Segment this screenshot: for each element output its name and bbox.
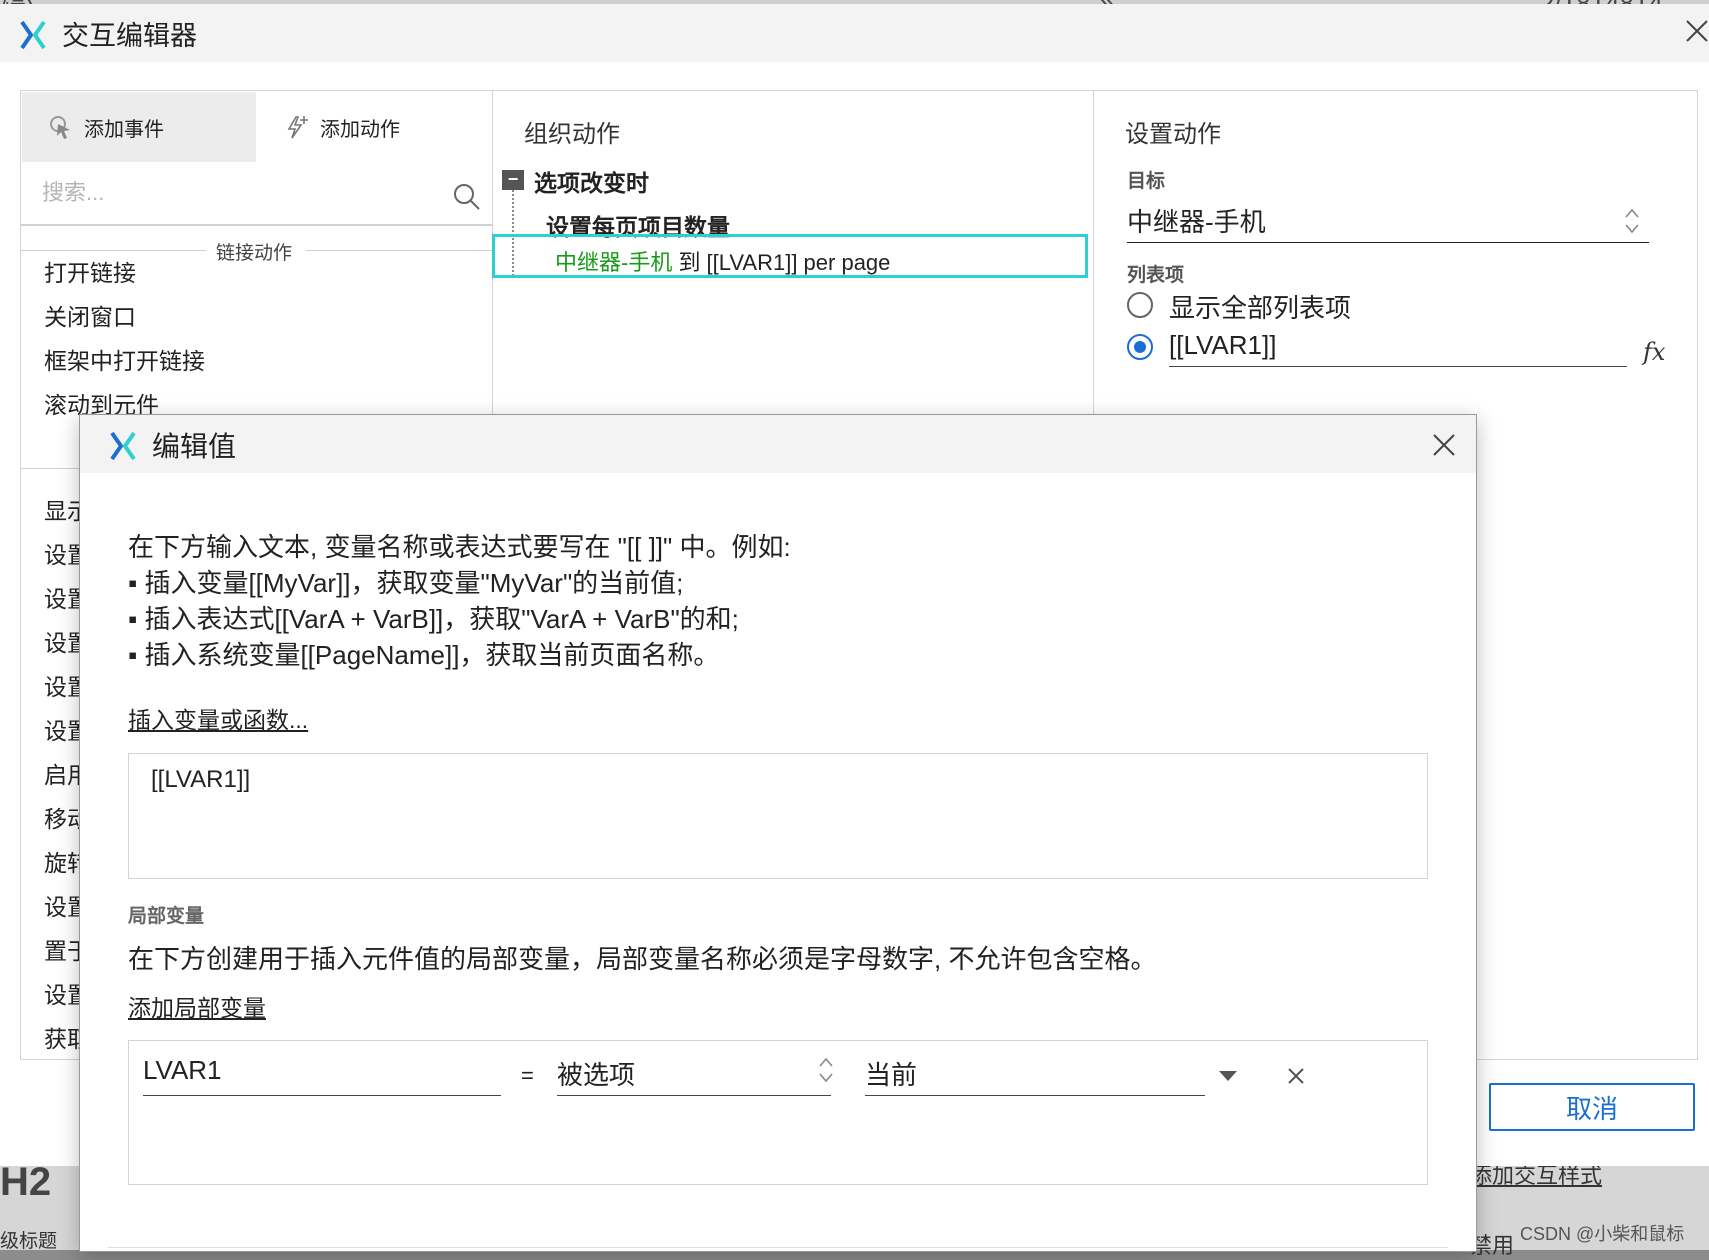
chevron-up-down-icon xyxy=(1625,208,1639,234)
chevron-down-icon[interactable] xyxy=(1219,1071,1237,1081)
local-var-type: 被选项 xyxy=(557,1060,636,1090)
target-label: 目标 xyxy=(1127,171,1166,192)
add-local-variable-link[interactable]: 添加局部变量 xyxy=(128,989,266,1023)
radio-show-all-label: 显示全部列表项 xyxy=(1169,293,1352,323)
instruction-line: ▪ 插入变量[[MyVar]]，获取变量"MyVar"的当前值; xyxy=(128,568,684,598)
value-textarea[interactable]: [[LVAR1]] xyxy=(128,753,1428,879)
close-icon[interactable] xyxy=(1287,1067,1305,1085)
heading-style-label: 级标题 xyxy=(0,1231,58,1252)
section-divider xyxy=(20,250,206,251)
window-title: 交互编辑器 xyxy=(62,21,197,51)
tab-add-action-label: 添加动作 xyxy=(320,118,400,141)
action-detail-row[interactable]: 中继器-手机 到 [[LVAR1]] per page xyxy=(492,234,1088,278)
watermark-text: CSDN @小柴和鼠标 xyxy=(1520,1224,1685,1244)
value-text: [[LVAR1]] xyxy=(151,766,251,793)
collapse-toggle-icon[interactable]: − xyxy=(502,170,524,190)
close-icon[interactable] xyxy=(1684,18,1709,44)
cursor-click-icon xyxy=(50,116,70,139)
local-variables-list: LVAR1 = 被选项 当前 xyxy=(128,1040,1428,1185)
axure-x-logo-icon xyxy=(110,431,136,461)
action-item-close-window[interactable]: 关闭窗口 xyxy=(44,298,136,332)
search-divider xyxy=(20,224,492,226)
axure-x-logo-icon xyxy=(20,20,46,50)
equals-sign: = xyxy=(521,1063,534,1088)
heading-style-badge: H2 xyxy=(0,1160,52,1204)
instruction-line: 在下方输入文本, 变量名称或表达式要写在 "[[ ]]" 中。例如: xyxy=(128,532,791,562)
action-item-open-in-frame[interactable]: 框架中打开链接 xyxy=(44,342,205,376)
local-variables-title: 局部变量 xyxy=(128,906,205,927)
lightning-add-icon xyxy=(287,116,308,139)
organize-actions-header: 组织动作 xyxy=(524,121,620,148)
window-titlebar: 交互编辑器 xyxy=(0,4,1709,62)
tab-add-action[interactable]: 添加动作 xyxy=(256,92,492,162)
expression-field[interactable]: [[LVAR1]] xyxy=(1169,330,1627,367)
section-link-actions: 链接动作 xyxy=(216,243,293,264)
configure-action-header: 设置动作 xyxy=(1125,121,1221,148)
cancel-button[interactable]: 取消 xyxy=(1489,1083,1695,1131)
chevron-up-down-icon xyxy=(819,1057,833,1083)
fx-icon[interactable]: fx xyxy=(1643,338,1665,366)
local-var-widget-select[interactable]: 当前 xyxy=(865,1055,1205,1096)
expression-value: [[LVAR1]] xyxy=(1169,330,1277,360)
target-value: 中继器-手机 xyxy=(1127,207,1266,237)
radio-expression[interactable] xyxy=(1127,334,1153,360)
section-divider xyxy=(306,250,492,251)
edit-value-dialog: 编辑值 在下方输入文本, 变量名称或表达式要写在 "[[ ]]" 中。例如: ▪… xyxy=(79,414,1477,1252)
radio-show-all[interactable] xyxy=(1127,292,1153,318)
local-var-name-field[interactable]: LVAR1 xyxy=(143,1055,501,1096)
local-var-type-select[interactable]: 被选项 xyxy=(557,1055,831,1096)
local-var-name: LVAR1 xyxy=(143,1055,222,1085)
list-items-label: 列表项 xyxy=(1127,265,1185,286)
target-select[interactable]: 中继器-手机 xyxy=(1127,198,1649,243)
dialog-title: 编辑值 xyxy=(152,431,237,462)
action-item-open-link[interactable]: 打开链接 xyxy=(44,254,136,288)
instruction-line: ▪ 插入系统变量[[PageName]]，获取当前页面名称。 xyxy=(128,640,720,670)
search-icon[interactable] xyxy=(452,182,482,212)
local-var-widget: 当前 xyxy=(865,1060,918,1090)
tab-add-event[interactable]: 添加事件 xyxy=(22,92,256,162)
instruction-line: ▪ 插入表达式[[VarA + VarB]]，获取"VarA + VarB"的和… xyxy=(128,604,739,634)
search-input[interactable] xyxy=(40,172,434,214)
dialog-titlebar: 编辑值 xyxy=(80,415,1476,473)
insert-variable-link[interactable]: 插入变量或函数... xyxy=(128,701,308,735)
action-detail-text: 中继器-手机 到 [[LVAR1]] per page xyxy=(555,245,890,277)
action-detail-target: 中继器-手机 xyxy=(555,250,673,275)
event-selection-changed[interactable]: 选项改变时 xyxy=(534,164,649,198)
local-variables-description: 在下方创建用于插入元件值的局部变量，局部变量名称必须是字母数字, 不允许包含空格… xyxy=(128,944,1157,974)
action-detail-rest: 到 [[LVAR1]] per page xyxy=(672,250,891,275)
dialog-footer-divider xyxy=(108,1247,1448,1248)
tab-add-event-label: 添加事件 xyxy=(84,118,164,141)
close-icon[interactable] xyxy=(1432,433,1456,457)
